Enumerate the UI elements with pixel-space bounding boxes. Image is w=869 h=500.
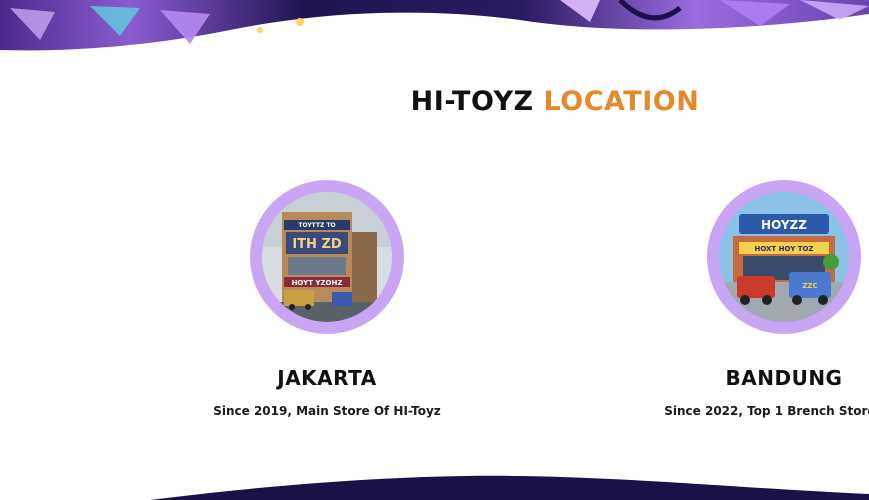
locations-page: HI-TOYZ LOCATION TOYTTZ TO ITH ZD HOYT Y… [0, 0, 869, 500]
location-description: Since 2022, Top 1 Brench Store Of I [664, 404, 869, 418]
bandung-sign-main: HOXT HOY TOZ [754, 245, 813, 253]
bandung-sign-bottom: ZZC [802, 282, 817, 290]
location-description: Since 2019, Main Store Of HI-Toyz [213, 404, 441, 418]
location-card-jakarta[interactable]: TOYTTZ TO ITH ZD HOYT YZOHZ JAKARTA Sinc… [162, 180, 492, 418]
jakarta-sign-top: TOYTTZ TO [298, 222, 335, 229]
bottom-decorative-wave [150, 475, 869, 500]
photo-ring: HOYZZ HOXT HOY TOZ ZZC [707, 180, 861, 334]
photo-ring: TOYTTZ TO ITH ZD HOYT YZOHZ [250, 180, 404, 334]
location-city: BANDUNG [725, 366, 843, 390]
title-location: LOCATION [543, 86, 700, 117]
bandung-sign-top: HOYZZ [761, 218, 807, 232]
section-title: HI-TOYZ LOCATION [0, 86, 869, 117]
title-brand: HI-TOYZ [410, 86, 534, 117]
bandung-store-photo: HOYZZ HOXT HOY TOZ ZZC [719, 192, 849, 322]
location-city: JAKARTA [277, 366, 377, 390]
jakarta-sign-main: ITH ZD [292, 237, 342, 252]
jakarta-sign-bottom: HOYT YZOHZ [292, 279, 343, 287]
location-card-bandung[interactable]: HOYZZ HOXT HOY TOZ ZZC BANDUNG Since 202… [619, 180, 869, 418]
jakarta-store-photo: TOYTTZ TO ITH ZD HOYT YZOHZ [262, 192, 392, 322]
top-decorative-banner [0, 0, 869, 51]
